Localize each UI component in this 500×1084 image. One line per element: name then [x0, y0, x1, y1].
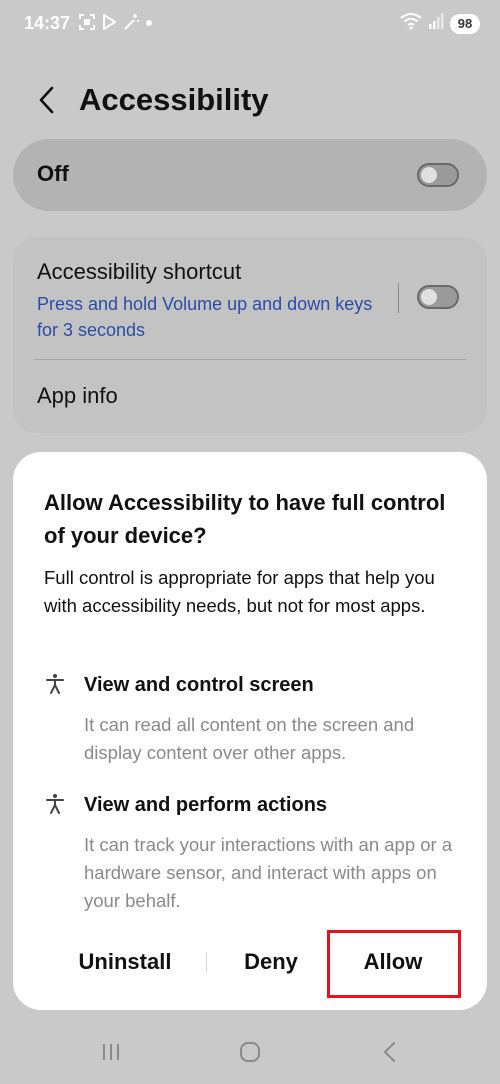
back-button[interactable]: [30, 80, 64, 120]
shortcut-subtitle: Press and hold Volume up and down keys f…: [37, 294, 373, 340]
status-notification-icons: [78, 13, 154, 37]
status-bar: 14:37 98: [0, 0, 500, 48]
permission-title: View and control screen: [84, 674, 314, 696]
signal-icon: [428, 12, 444, 35]
master-switch-card[interactable]: Off: [13, 139, 487, 211]
navigation-bar: [0, 1020, 500, 1084]
play-icon: [100, 13, 118, 37]
home-icon: [240, 1042, 260, 1062]
permission-description: It can read all content on the screen an…: [84, 714, 415, 763]
deny-button[interactable]: Deny: [221, 942, 321, 982]
shortcut-toggle[interactable]: [417, 285, 459, 309]
wifi-icon: [400, 12, 422, 35]
button-divider: [206, 952, 207, 972]
status-time: 14:37: [24, 13, 71, 33]
recents-button[interactable]: [91, 1032, 131, 1072]
shortcut-title[interactable]: Accessibility shortcut: [37, 259, 241, 285]
accessibility-person-icon: [46, 794, 64, 814]
back-icon: [384, 1042, 395, 1062]
home-button[interactable]: [230, 1032, 270, 1072]
app-info-item[interactable]: App info: [37, 383, 118, 409]
chevron-left-icon: [39, 86, 54, 114]
page-header: Accessibility: [0, 70, 500, 130]
dialog-title: Allow Accessibility to have full control…: [44, 490, 446, 548]
allow-highlight-box: [327, 930, 461, 998]
battery-badge: 98: [450, 13, 480, 34]
status-system-icons: 98: [400, 12, 480, 35]
permission-dialog: Allow Accessibility to have full control…: [13, 452, 487, 1010]
divider: [34, 359, 466, 360]
screenshot-icon: [78, 13, 96, 37]
recents-icon: [103, 1044, 119, 1060]
nav-back-button[interactable]: [370, 1032, 410, 1072]
accessibility-person-icon: [46, 674, 64, 694]
magic-wand-icon: [122, 13, 140, 37]
settings-card: Accessibility shortcut Press and hold Vo…: [13, 237, 487, 433]
permission-title: View and perform actions: [84, 794, 328, 816]
master-switch-label: Off: [37, 161, 69, 186]
permission-description: It can track your interactions with an a…: [84, 834, 453, 911]
toggle-knob: [421, 289, 437, 305]
dialog-description: Full control is appropriate for apps tha…: [44, 567, 435, 616]
vertical-divider: [398, 283, 399, 313]
page-title: Accessibility: [79, 82, 269, 117]
dot-icon: [144, 13, 154, 37]
master-switch-toggle[interactable]: [417, 163, 459, 187]
toggle-knob: [421, 167, 437, 183]
uninstall-button[interactable]: Uninstall: [65, 942, 185, 982]
